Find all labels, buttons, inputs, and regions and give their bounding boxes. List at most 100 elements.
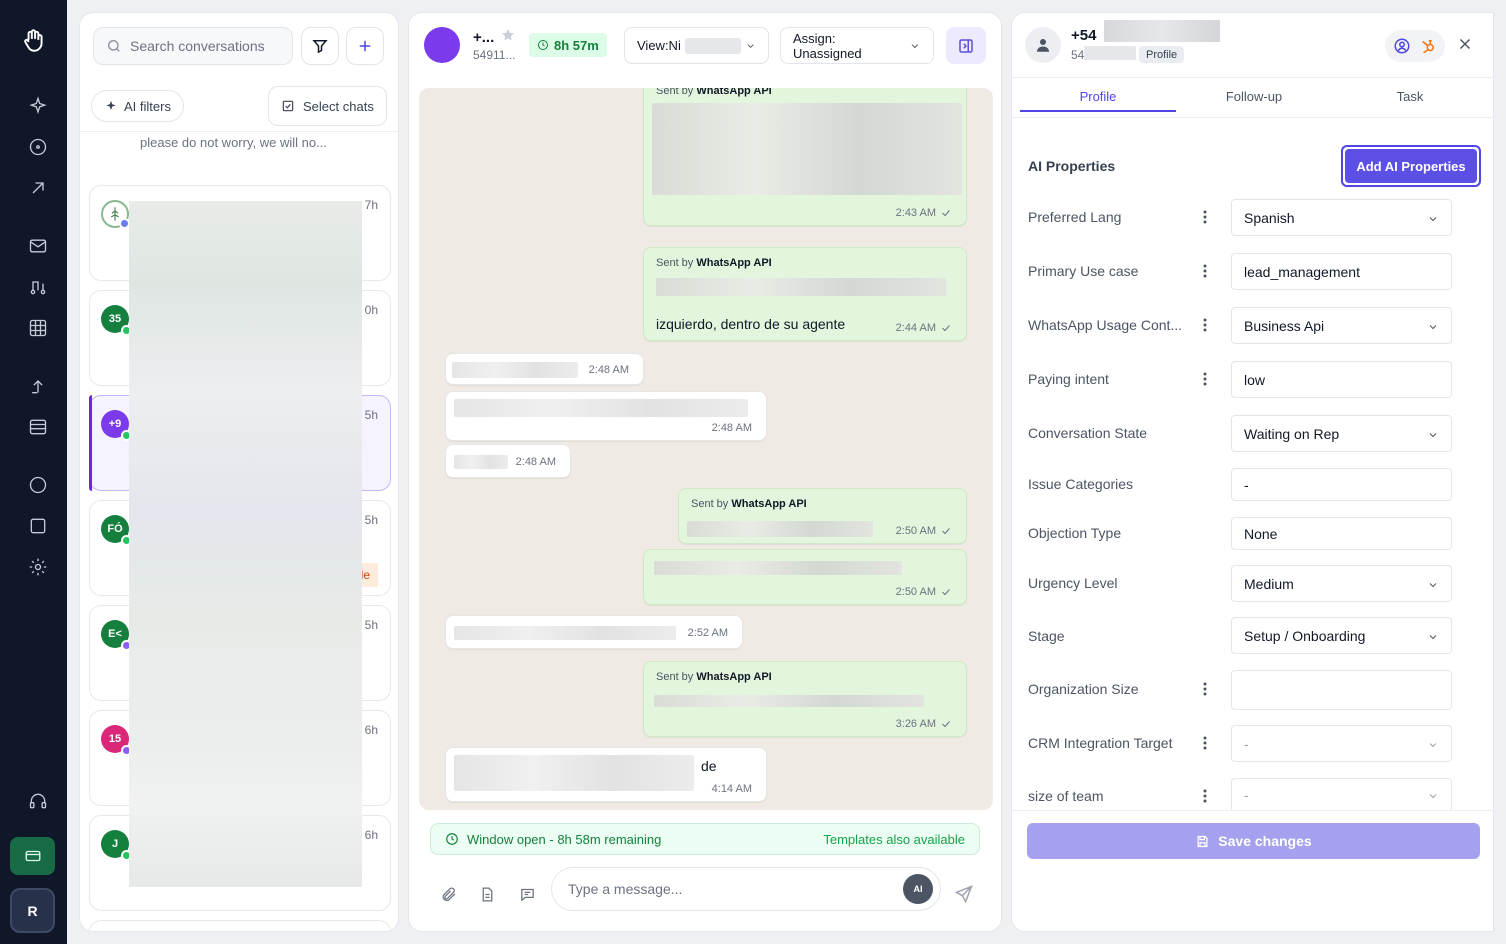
flow-icon[interactable] <box>27 276 49 298</box>
size-of-team-select[interactable]: - <box>1231 778 1452 810</box>
billing-button[interactable] <box>10 837 55 875</box>
stage-select[interactable]: Setup / Onboarding <box>1231 617 1452 654</box>
message-bubble[interactable]: Sent by WhatsApp API 2:50 AM <box>678 488 967 544</box>
message-bubble[interactable]: 2:50 AM <box>643 549 967 605</box>
document-icon[interactable] <box>477 884 497 904</box>
message-composer[interactable]: AI <box>551 867 941 911</box>
close-icon[interactable] <box>1456 35 1474 53</box>
time-label: 2:52 AM <box>687 627 728 639</box>
ai-assist-button[interactable]: AI <box>903 874 933 904</box>
time-label: 2:50 AM <box>895 525 936 537</box>
sent-by-name: WhatsApp API <box>696 671 772 683</box>
logo-hand-icon[interactable] <box>21 28 47 54</box>
gear-icon[interactable] <box>27 556 49 578</box>
urgency-level-select[interactable]: Medium <box>1231 565 1452 602</box>
avatar-initials: +9 <box>108 418 122 430</box>
user-circle-icon[interactable] <box>1393 37 1411 55</box>
view-select[interactable]: View:Ni <box>624 27 769 64</box>
objection-type-field[interactable]: None <box>1231 517 1452 550</box>
kebab-icon[interactable] <box>1198 681 1212 697</box>
attach-icon[interactable] <box>438 884 458 904</box>
share-icon[interactable] <box>27 375 49 397</box>
mail-icon[interactable] <box>27 235 49 257</box>
sent-by-name: WhatsApp API <box>696 88 772 97</box>
message-bubble[interactable]: 2:48 AM <box>445 353 644 385</box>
whatsapp-usage-select[interactable]: Business Api <box>1231 307 1452 344</box>
kebab-icon[interactable] <box>1198 209 1212 225</box>
grid-icon[interactable] <box>27 317 49 339</box>
kebab-icon[interactable] <box>1198 735 1212 751</box>
message-bubble[interactable]: 2:48 AM <box>445 444 571 478</box>
chevron-down-icon <box>1427 789 1439 801</box>
compass-icon[interactable] <box>27 136 49 158</box>
message-bubble[interactable]: Sent by WhatsApp API 3:26 AM <box>643 661 967 737</box>
search-box[interactable] <box>93 27 293 65</box>
redacted-text <box>1084 46 1136 60</box>
paying-intent-field[interactable]: low <box>1231 361 1452 398</box>
property-label: Paying intent <box>1028 371 1109 387</box>
kebab-icon[interactable] <box>1198 263 1212 279</box>
headset-icon[interactable] <box>27 790 49 812</box>
conversation-state-select[interactable]: Waiting on Rep <box>1231 415 1452 452</box>
square-icon[interactable] <box>27 515 49 537</box>
kebab-icon[interactable] <box>1198 788 1212 804</box>
issue-categories-field[interactable]: - <box>1231 468 1452 501</box>
circle-icon[interactable] <box>27 474 49 496</box>
redacted-text <box>654 561 902 575</box>
organization-size-field[interactable] <box>1231 670 1452 710</box>
redacted-area <box>129 201 362 887</box>
filter-button[interactable] <box>301 27 339 65</box>
message-bubble[interactable]: Sent by WhatsApp API izquierdo, dentro d… <box>643 247 967 341</box>
property-label: Conversation State <box>1028 425 1148 441</box>
message-input[interactable] <box>568 881 888 897</box>
hubspot-icon[interactable] <box>1419 37 1437 55</box>
message-time: 4:14 AM <box>712 783 752 795</box>
search-input[interactable] <box>130 38 290 54</box>
message-bubble[interactable]: 2:48 AM <box>445 391 767 441</box>
arrow-up-right-icon[interactable] <box>27 177 49 199</box>
send-icon[interactable] <box>954 884 976 906</box>
message-time: 3:26 AM <box>896 718 952 730</box>
crm-integration-select[interactable]: - <box>1231 725 1452 762</box>
table-icon[interactable] <box>27 416 49 438</box>
user-avatar[interactable]: R <box>10 888 55 933</box>
profile-panel: +54 549 Profile Profile Follow-up Task A… <box>1011 12 1494 932</box>
kebab-icon[interactable] <box>1198 371 1212 387</box>
field-value: None <box>1244 525 1278 542</box>
message-thread[interactable]: Sent by WhatsApp API 2:43 AM Sent by Wha… <box>419 88 993 810</box>
avatar: 35 <box>101 305 132 336</box>
list-item[interactable] <box>89 920 391 931</box>
chevron-down-icon <box>1427 738 1439 750</box>
assign-select[interactable]: Assign: Unassigned <box>780 27 934 64</box>
message-bubble[interactable]: Sent by WhatsApp API 2:43 AM <box>643 88 967 226</box>
template-icon[interactable] <box>517 884 537 904</box>
sparkle-icon[interactable] <box>27 95 49 117</box>
field-value: Waiting on Rep <box>1244 425 1340 442</box>
avatar: 15 <box>101 725 132 756</box>
redacted-text <box>652 103 962 195</box>
new-conversation-button[interactable] <box>346 27 384 65</box>
tab-follow-up[interactable]: Follow-up <box>1176 89 1332 113</box>
select-chats-button[interactable]: Select chats <box>268 86 387 126</box>
primary-use-case-field[interactable]: lead_management <box>1231 253 1452 290</box>
sent-by-prefix: Sent by <box>656 671 694 683</box>
redacted-text <box>452 362 578 378</box>
contact-phone: 54911... <box>473 48 516 62</box>
contact-avatar[interactable] <box>424 27 460 63</box>
check-icon <box>942 210 950 217</box>
panel-toggle-button[interactable] <box>946 27 986 64</box>
ai-filters-button[interactable]: AI filters <box>91 90 184 122</box>
tab-task[interactable]: Task <box>1332 89 1488 113</box>
star-icon[interactable] <box>500 27 516 43</box>
integrations-group <box>1385 30 1445 62</box>
message-bubble[interactable]: de 4:14 AM <box>445 747 767 802</box>
preferred-lang-select[interactable]: Spanish <box>1231 199 1452 236</box>
kebab-icon[interactable] <box>1198 317 1212 333</box>
save-changes-button[interactable]: Save changes <box>1027 823 1480 859</box>
profile-tag[interactable]: Profile <box>1139 46 1185 63</box>
save-changes-label: Save changes <box>1218 833 1312 849</box>
property-label: WhatsApp Usage Cont... <box>1028 317 1183 333</box>
add-ai-properties-button[interactable]: Add AI Properties <box>1341 145 1481 187</box>
redacted-text <box>656 278 946 296</box>
message-bubble[interactable]: 2:52 AM <box>445 615 743 649</box>
